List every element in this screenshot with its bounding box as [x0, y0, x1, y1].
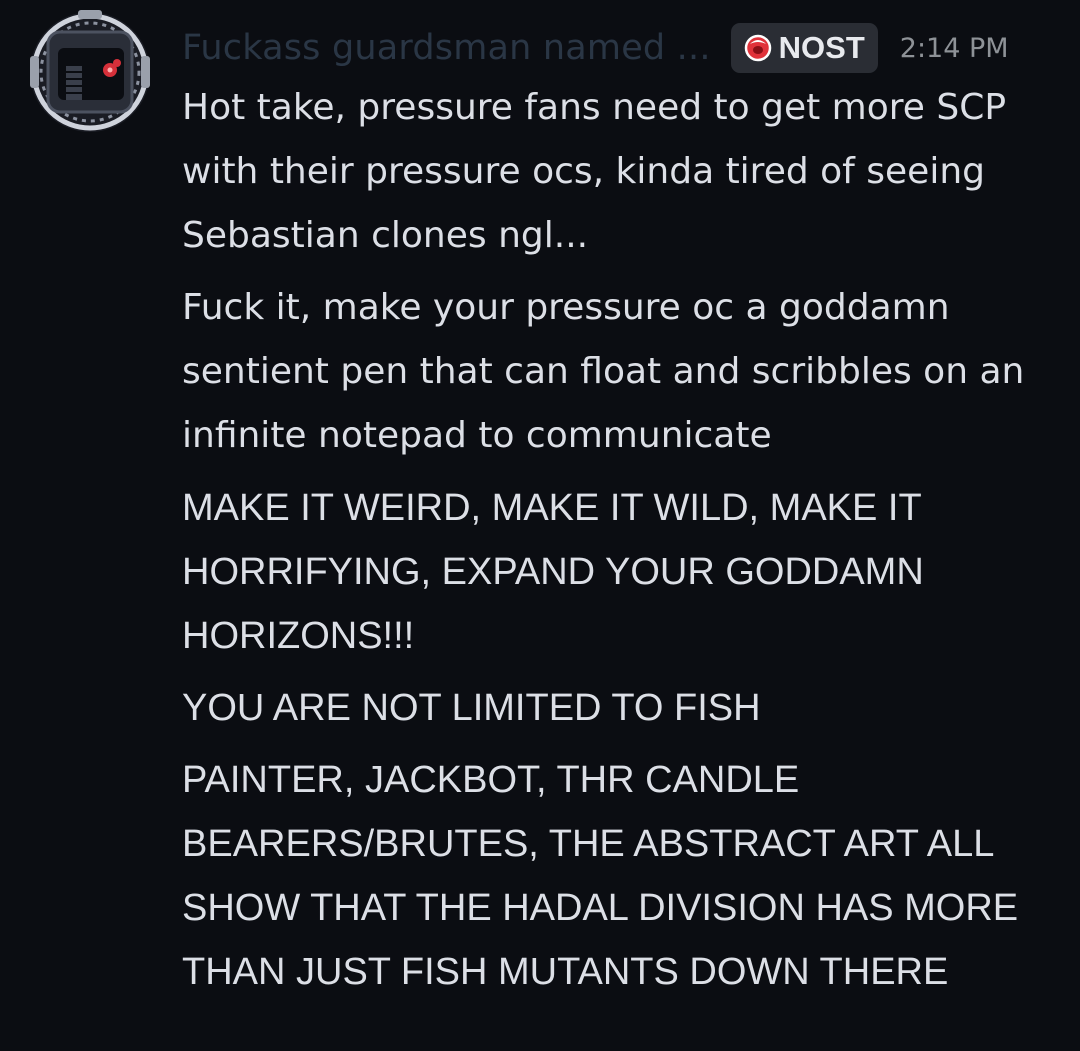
- timestamp: 2:14 PM: [899, 32, 1009, 64]
- server-tag-label: NOST: [778, 30, 865, 65]
- message-paragraph: Fuck it, make your pressure oc a goddamn…: [182, 287, 1025, 456]
- message-header: Fuckass guardsman named ... NOST 2:14 PM: [182, 20, 1062, 76]
- message-paragraph: MAKE IT WEIRD, MAKE IT WILD, MAKE IT HOR…: [182, 487, 924, 657]
- avatar[interactable]: [26, 8, 154, 136]
- chat-message: Fuckass guardsman named ... NOST 2:14 PM…: [0, 0, 1080, 1051]
- diving-helmet-avatar-icon: [30, 10, 150, 132]
- username[interactable]: Fuckass guardsman named ...: [182, 28, 711, 68]
- message-paragraph: Hot take, pressure fans need to get more…: [182, 87, 1007, 256]
- red-ring-icon: [744, 34, 771, 62]
- message-paragraph: PAINTER, JACKBOT, THR CANDLE BEARERS/BRU…: [182, 759, 1019, 993]
- message-content: Hot take, pressure fans need to get more…: [182, 76, 1062, 1012]
- message-paragraph: YOU ARE NOT LIMITED TO FISH: [182, 687, 761, 729]
- server-tag[interactable]: NOST: [730, 23, 878, 73]
